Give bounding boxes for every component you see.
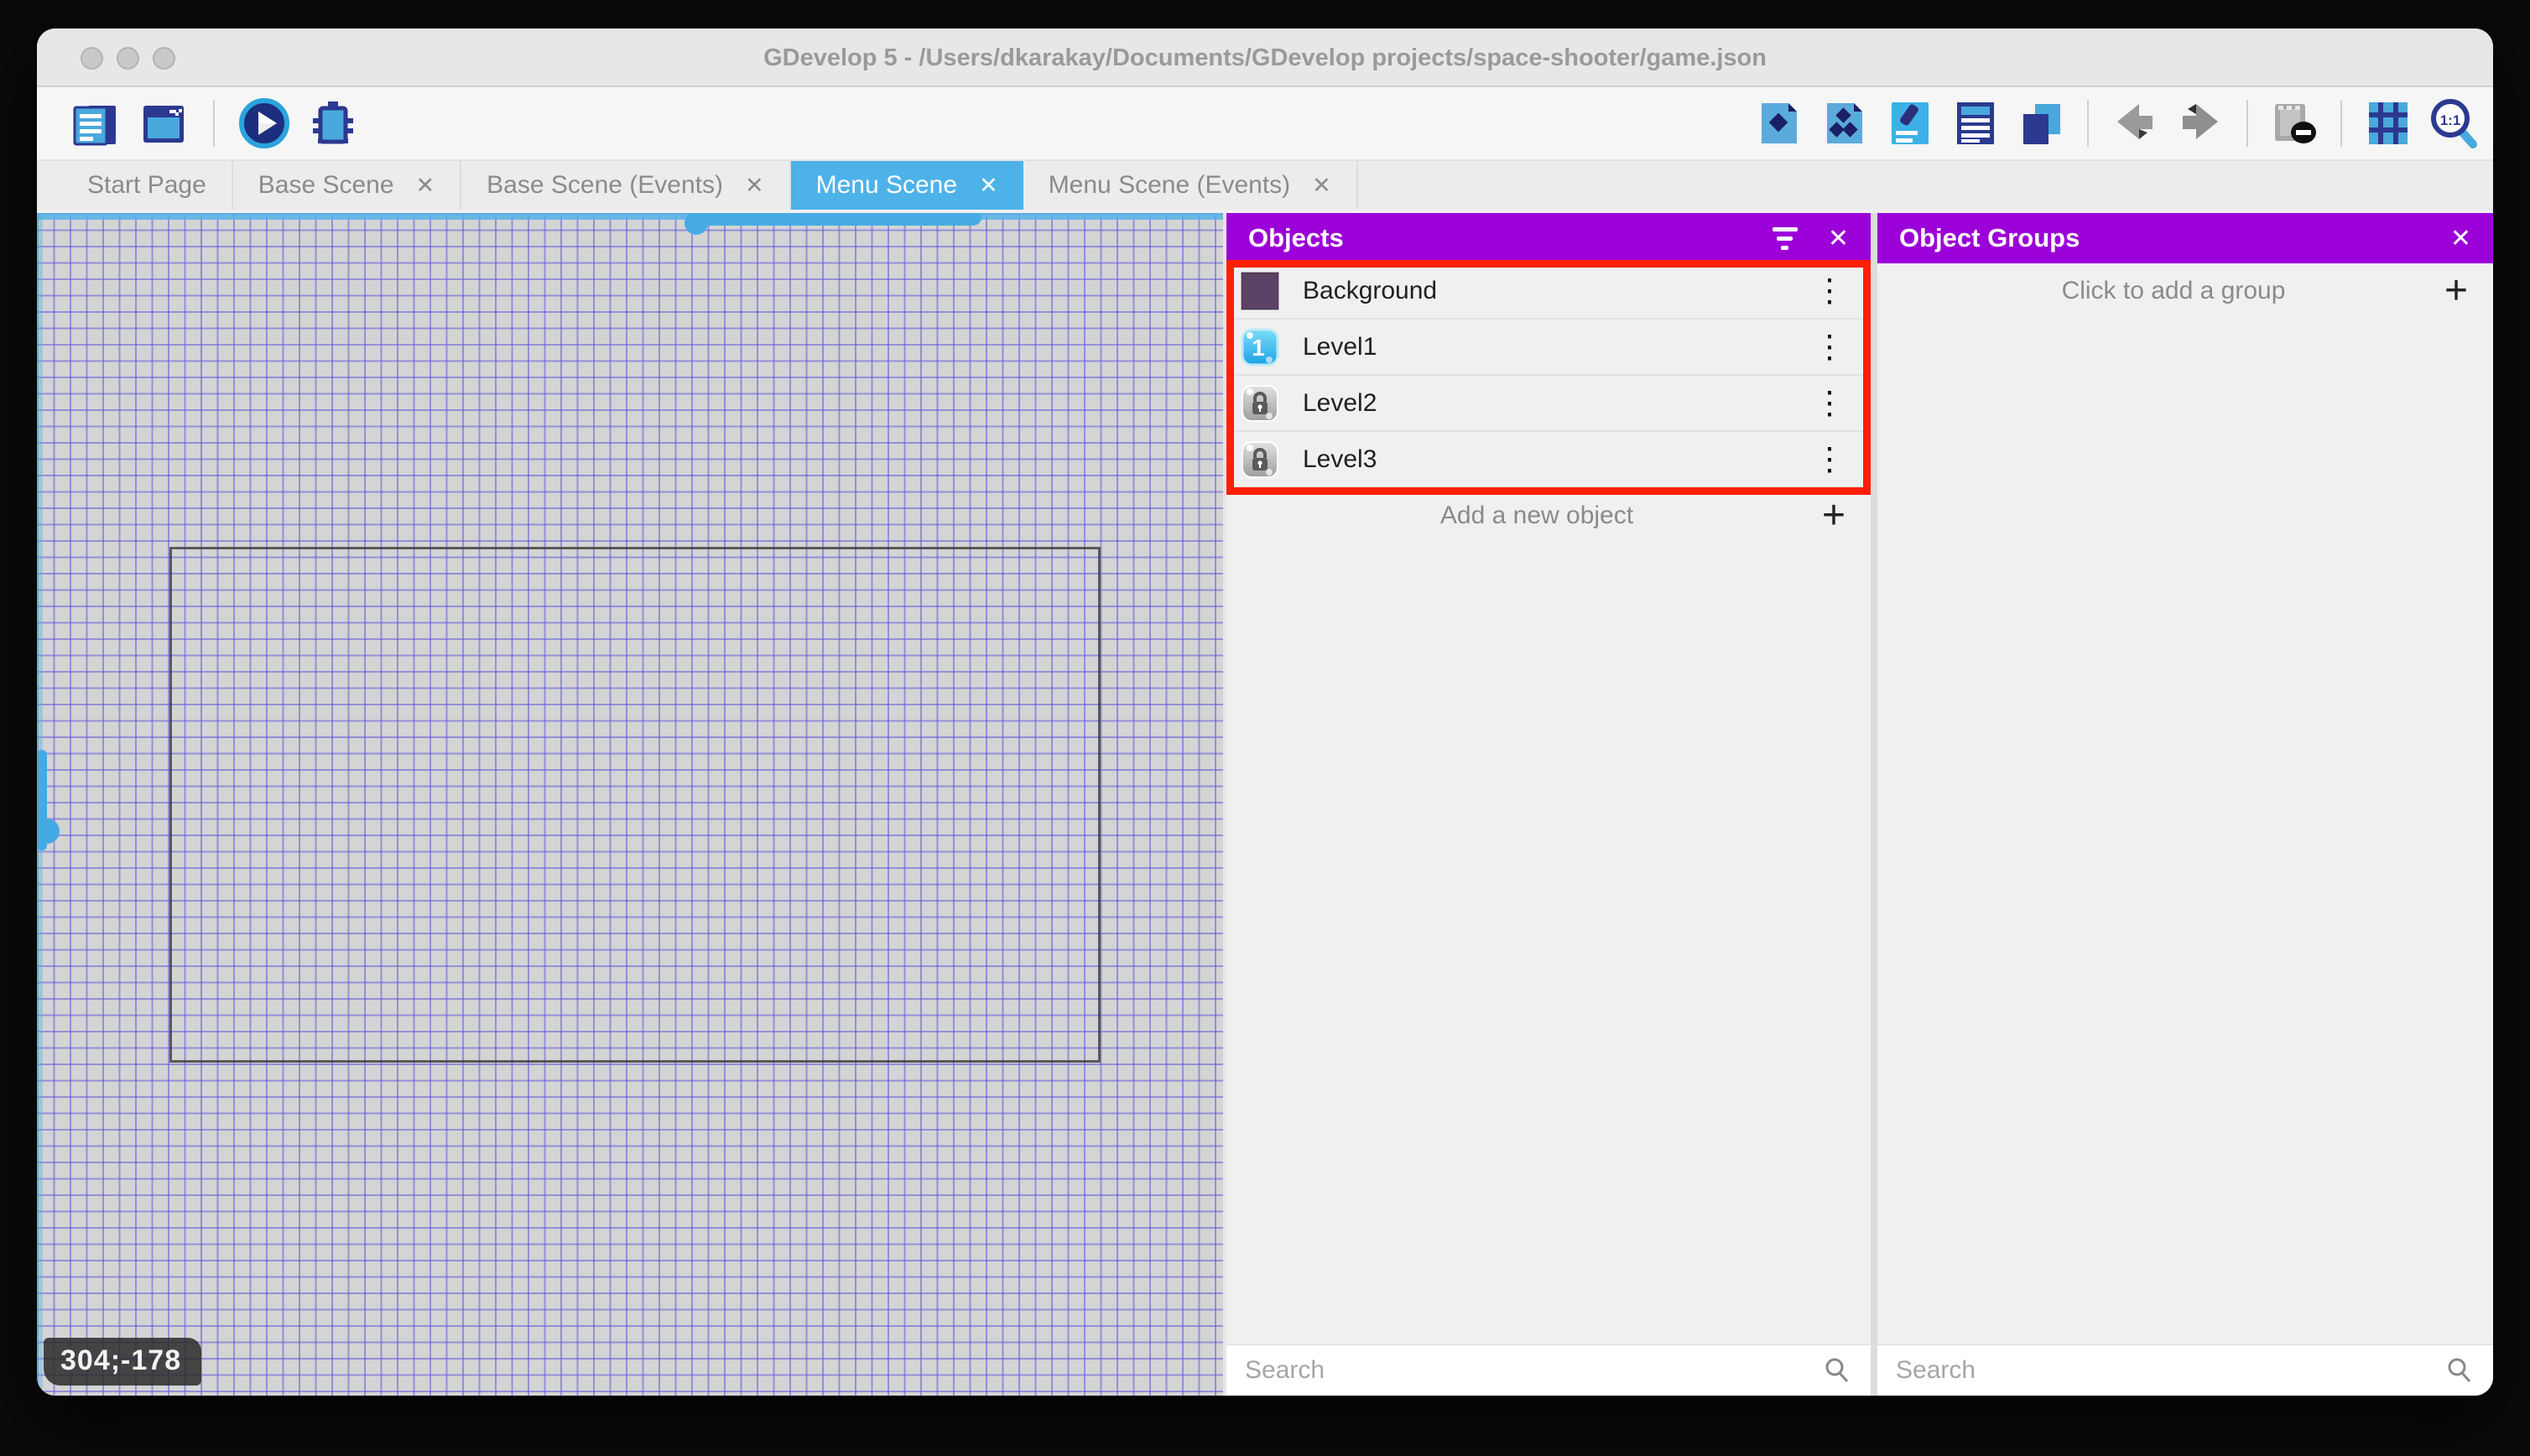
plus-icon[interactable]: + [1822,496,1845,536]
render-mask-disabled-icon[interactable] [2268,97,2320,149]
toolbar-separator [2246,100,2248,147]
horizontal-scrollbar-thumb[interactable] [696,213,981,226]
object-name: Level1 [1303,332,1377,361]
cursor-coordinates-badge: 304;-178 [44,1338,202,1386]
horizontal-scrollbar[interactable] [37,213,1223,235]
close-tab-icon[interactable]: ✕ [1312,173,1331,199]
color-swatch-icon [1241,271,1279,310]
horizontal-scrollbar-knob[interactable] [685,213,708,235]
lock-icon [1242,440,1278,478]
scene-window-frame [169,547,1101,1063]
object-row-background[interactable]: Background ⋮ [1226,263,1871,320]
scene-canvas[interactable]: 304;-178 [37,213,1223,1396]
object-groups-panel-title: Object Groups [1899,223,2080,252]
properties-icon[interactable] [1884,97,1936,149]
toolbar-separator [213,100,215,147]
object-groups-editor-icon[interactable] [1819,97,1871,149]
lock-icon [1242,384,1278,422]
object-row-level2[interactable]: Level2 ⋮ [1226,376,1871,432]
object-name: Level3 [1303,445,1377,473]
object-groups-panel: Object Groups ✕ Click to add a group + [1877,213,2493,1396]
close-tab-icon[interactable]: ✕ [979,173,998,199]
close-panel-icon[interactable]: ✕ [2450,224,2471,253]
search-icon[interactable] [1822,1355,1852,1386]
objects-panel-header: Objects ✕ [1226,213,1871,263]
objects-panel: Objects ✕ Background ⋮ 1 Level1 ⋮ Level2… [1226,213,1871,1396]
layers-icon[interactable] [2015,97,2067,149]
object-row-level1[interactable]: 1 Level1 ⋮ [1226,320,1871,376]
undo-icon[interactable] [2109,97,2161,149]
instances-list-icon[interactable] [1950,97,2002,149]
tab-menu-scene-events[interactable]: Menu Scene (Events) ✕ [1023,161,1358,210]
groups-search-input[interactable] [1896,1356,2444,1385]
window-title: GDevelop 5 - /Users/dkarakay/Documents/G… [763,44,1767,71]
vertical-scrollbar[interactable] [37,213,60,1396]
title-bar: GDevelop 5 - /Users/dkarakay/Documents/G… [37,29,2493,87]
search-icon[interactable] [2444,1355,2475,1386]
redo-icon[interactable] [2174,97,2226,149]
objects-editor-icon[interactable] [1753,97,1805,149]
toolbar-separator [2340,100,2342,147]
add-group-button[interactable]: Click to add a group + [1877,263,2493,319]
debug-icon[interactable] [307,97,359,149]
tab-base-scene-events[interactable]: Base Scene (Events) ✕ [461,161,791,210]
add-group-label: Click to add a group [2061,277,2286,304]
toolbar: 1:1 [37,87,2493,161]
add-new-object-button[interactable]: Add a new object + [1226,488,1871,543]
object-row-level3[interactable]: Level3 ⋮ [1226,432,1871,488]
svg-text:1:1: 1:1 [2440,112,2461,128]
close-panel-icon[interactable]: ✕ [1828,224,1849,253]
tab-base-scene[interactable]: Base Scene ✕ [233,161,462,210]
play-preview-icon[interactable] [238,97,290,149]
main-area: 304;-178 Objects ✕ Background ⋮ 1 Level1… [37,213,2493,1396]
objects-search-bar [1226,1344,1871,1396]
add-new-object-label: Add a new object [1439,502,1634,529]
object-groups-panel-header: Object Groups ✕ [1877,213,2493,263]
toolbar-separator [2087,100,2089,147]
filter-icon[interactable] [1772,226,1798,250]
objects-search-input[interactable] [1245,1356,1822,1385]
object-menu-icon[interactable]: ⋮ [1814,387,1845,419]
panel-divider[interactable] [1871,213,1877,1396]
tab-start-page[interactable]: Start Page [62,161,233,210]
svg-text:1: 1 [1252,335,1265,361]
tab-menu-scene[interactable]: Menu Scene ✕ [790,161,1023,210]
level1-button-icon: 1 [1241,328,1279,366]
preview-window-icon[interactable] [138,97,190,149]
plus-icon[interactable]: + [2444,271,2468,311]
object-name: Background [1303,276,1438,304]
object-name: Level2 [1303,388,1377,417]
groups-search-bar [1877,1344,2493,1396]
project-manager-icon[interactable] [69,97,121,149]
object-menu-icon[interactable]: ⋮ [1814,331,1845,363]
close-tab-icon[interactable]: ✕ [416,173,435,199]
vertical-scrollbar-knob[interactable] [37,819,60,844]
objects-panel-title: Objects [1248,223,1344,252]
tab-bar: Start Page Base Scene ✕ Base Scene (Even… [37,161,2493,210]
grid-icon[interactable] [2362,97,2414,149]
object-menu-icon[interactable]: ⋮ [1814,275,1845,307]
gdevelop-window: GDevelop 5 - /Users/dkarakay/Documents/G… [37,29,2493,1396]
object-menu-icon[interactable]: ⋮ [1814,444,1845,476]
close-tab-icon[interactable]: ✕ [745,173,764,199]
zoom-1-1-icon[interactable]: 1:1 [2428,97,2480,149]
